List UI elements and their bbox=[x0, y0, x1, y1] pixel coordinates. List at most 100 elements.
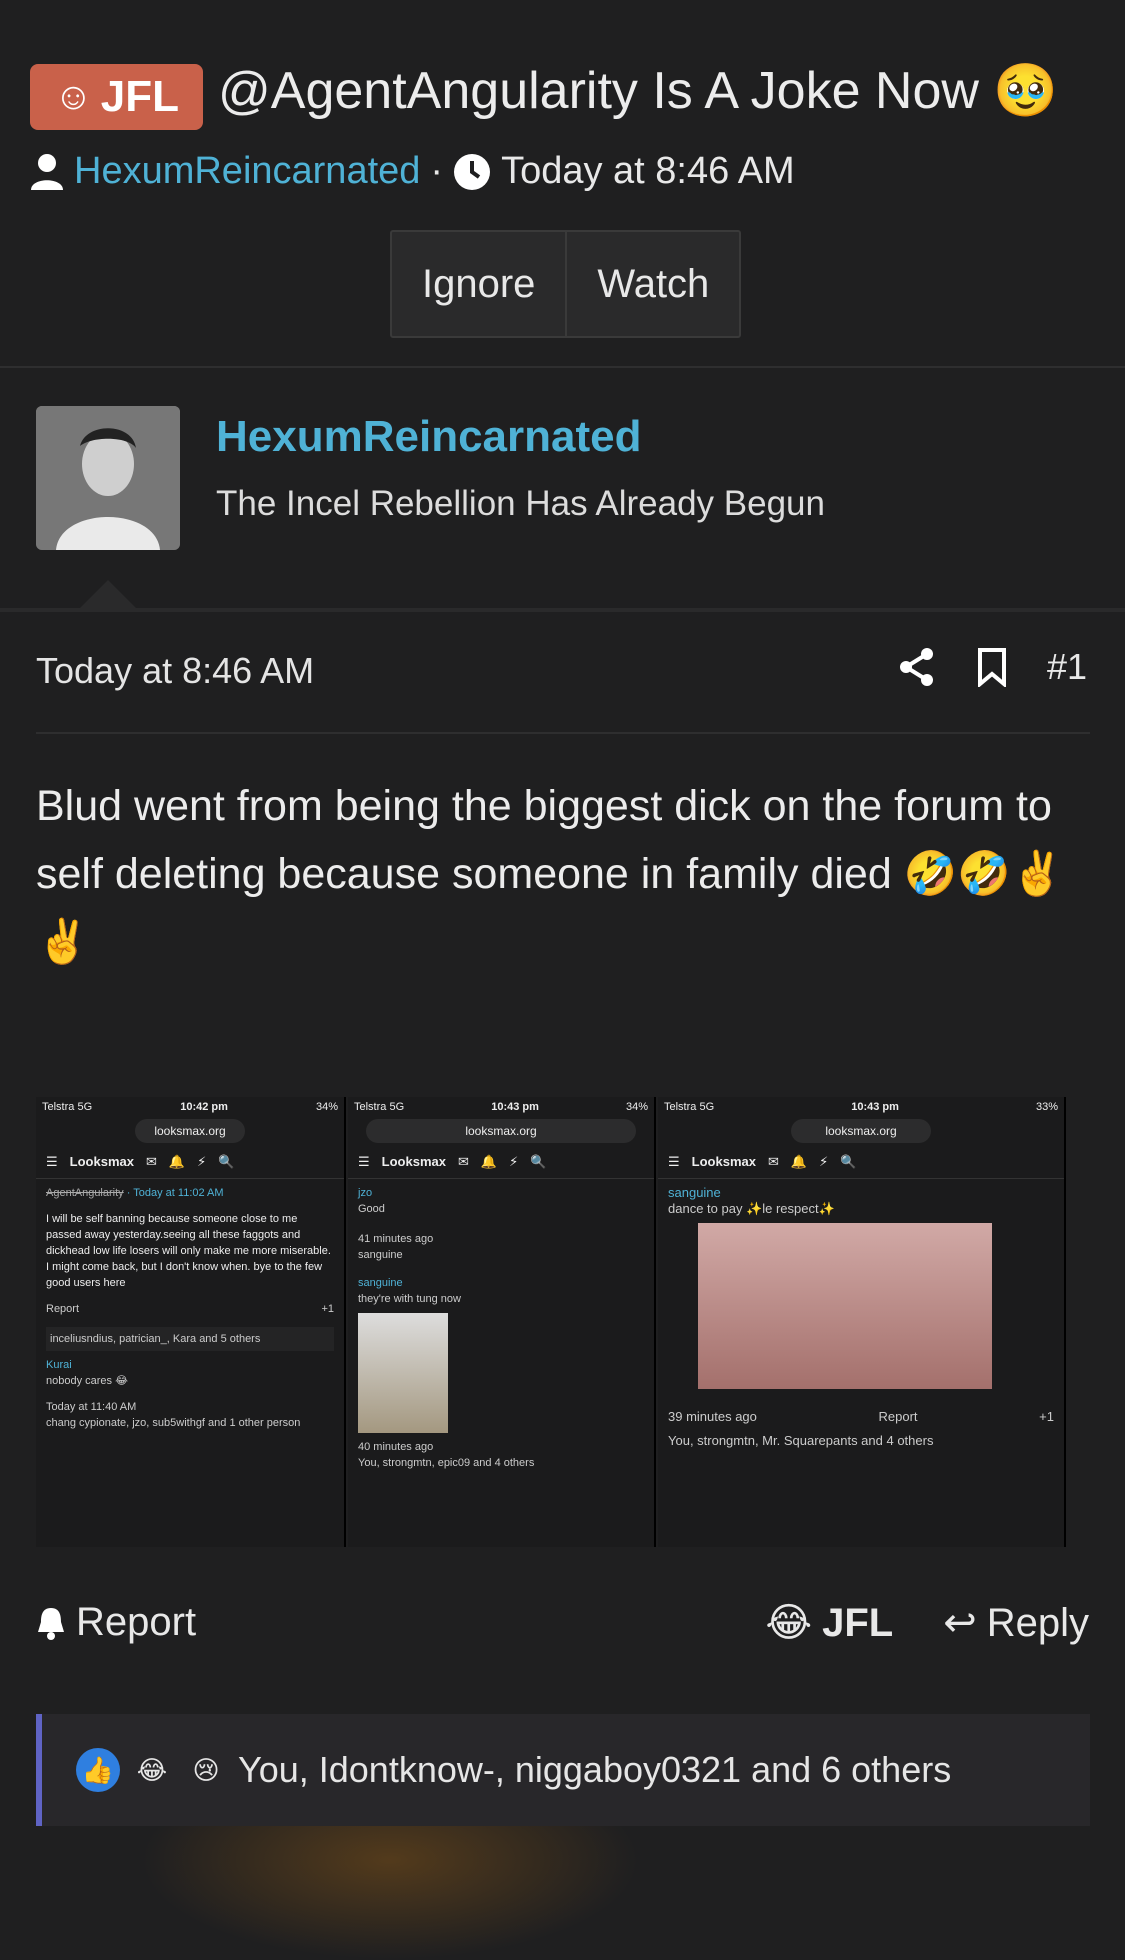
search-icon: 🔍 bbox=[218, 1153, 235, 1169]
reactions-list[interactable]: You, Idontknow-, niggaboy0321 and 6 othe… bbox=[238, 1749, 951, 1791]
post-number-link[interactable]: #1 bbox=[1047, 646, 1087, 688]
forum-nav: ☰ Looksmax ✉ 🔔 ⚡ 🔍 bbox=[658, 1145, 1064, 1179]
report-button[interactable]: Report bbox=[36, 1600, 196, 1645]
post-reactors: You, strongmtn, Mr. Squarepants and 4 ot… bbox=[668, 1433, 934, 1448]
screenshot-1[interactable]: Telstra 5G 10:42 pm 34% looksmax.org ☰ Lo… bbox=[36, 1097, 346, 1547]
screenshot-2[interactable]: Telstra 5G 10:43 pm 34% looksmax.org ☰ Lo… bbox=[348, 1097, 656, 1547]
post-time: 39 minutes ago bbox=[668, 1409, 757, 1424]
url-bar: looksmax.org bbox=[135, 1119, 245, 1143]
quoted-author: AgentAngularity bbox=[46, 1187, 124, 1199]
url-bar: looksmax.org bbox=[791, 1119, 931, 1143]
menu-icon: ☰ bbox=[668, 1153, 680, 1169]
clock-icon bbox=[454, 153, 491, 190]
bell-icon: 🔔 bbox=[480, 1153, 498, 1169]
like-count: +1 bbox=[321, 1303, 334, 1315]
battery-label: 34% bbox=[625, 1101, 648, 1113]
post-timestamp[interactable]: Today at 8:46 AM bbox=[36, 650, 314, 692]
crying-icon: 😢 bbox=[192, 1754, 220, 1785]
laughing-crying-icon: 😂 bbox=[765, 1601, 813, 1645]
dance-gif bbox=[698, 1223, 992, 1389]
carrier-label: Telstra 5G bbox=[42, 1101, 93, 1113]
post-text: they're with tung now bbox=[358, 1293, 461, 1305]
quoted-time: · Today at 11:02 AM bbox=[126, 1187, 224, 1199]
battery-label: 33% bbox=[1035, 1101, 1058, 1113]
thread-action-group: Ignore Watch bbox=[390, 230, 742, 338]
bolt-icon: ⚡ bbox=[197, 1153, 207, 1169]
attached-image bbox=[358, 1313, 448, 1433]
status-bar: Telstra 5G 10:43 pm 33% bbox=[658, 1097, 1064, 1117]
laughing-crying-icon: 😂 bbox=[136, 1754, 168, 1785]
mail-icon: ✉ bbox=[767, 1153, 779, 1169]
reply-button[interactable]: ↩ Reply bbox=[943, 1600, 1089, 1646]
post-user: jzo bbox=[358, 1187, 373, 1199]
post-header-divider bbox=[36, 732, 1090, 734]
post-tools: #1 bbox=[897, 646, 1087, 688]
post-pointer bbox=[80, 580, 136, 608]
jfl-react-button[interactable]: 😂 JFL bbox=[765, 1600, 893, 1646]
report-label: Report bbox=[76, 1600, 197, 1644]
clock-label: 10:43 pm bbox=[851, 1101, 899, 1113]
avatar[interactable] bbox=[36, 406, 180, 550]
post-content: jzo Good 41 minutes ago sanguine sanguin… bbox=[348, 1179, 654, 1477]
screenshot-3[interactable]: Telstra 5G 10:43 pm 33% looksmax.org ☰ Lo… bbox=[658, 1097, 1066, 1547]
avatar-image bbox=[36, 406, 180, 550]
post-text: dance to pay ✨le respect✨ bbox=[668, 1201, 835, 1216]
clock-label: 10:42 pm bbox=[180, 1101, 228, 1113]
carrier-label: Telstra 5G bbox=[664, 1101, 715, 1113]
bell-icon bbox=[38, 1607, 64, 1640]
reply-time: Today at 11:40 AM bbox=[46, 1401, 137, 1413]
laughing-face-icon: ☺ bbox=[53, 75, 93, 118]
logo: Looksmax bbox=[691, 1154, 756, 1169]
bolt-icon: ⚡ bbox=[819, 1153, 829, 1169]
post-user: sanguine bbox=[668, 1185, 721, 1200]
thread-timestamp[interactable]: Today at 8:46 AM bbox=[501, 150, 795, 193]
thread-title: @AgentAngularity Is A Joke Now 🥹 bbox=[218, 62, 1059, 120]
reply-user: Kurai bbox=[46, 1359, 72, 1371]
reply-text: nobody cares 😂 bbox=[46, 1375, 128, 1387]
bolt-icon: ⚡ bbox=[509, 1153, 519, 1169]
search-icon: 🔍 bbox=[840, 1153, 857, 1169]
menu-icon: ☰ bbox=[358, 1153, 370, 1169]
watch-button[interactable]: Watch bbox=[565, 232, 739, 336]
reactions-bar[interactable]: 👍 😂 😢 You, Idontknow-, niggaboy0321 and … bbox=[36, 1714, 1090, 1826]
post-actions: Report +1 bbox=[46, 1301, 334, 1317]
bell-icon: 🔔 bbox=[168, 1153, 186, 1169]
user-icon bbox=[31, 153, 63, 190]
carrier-label: Telstra 5G bbox=[354, 1101, 405, 1113]
like-count: +1 bbox=[1039, 1409, 1054, 1424]
logo: Looksmax bbox=[381, 1154, 446, 1169]
report-link: Report bbox=[878, 1409, 918, 1424]
forum-nav: ☰ Looksmax ✉ 🔔 ⚡ 🔍 bbox=[36, 1145, 344, 1179]
thread-prefix-badge[interactable]: ☺ JFL bbox=[30, 64, 203, 130]
post-actions-right: 😂 JFL ↩ Reply bbox=[765, 1600, 1089, 1646]
ignore-button[interactable]: Ignore bbox=[392, 232, 565, 336]
post-content: AgentAngularity · Today at 11:02 AM I wi… bbox=[36, 1179, 344, 1437]
reaction-summary: inceliusndius, patrician_, Kara and 5 ot… bbox=[46, 1327, 334, 1351]
thread-author-link[interactable]: HexumReincarnated bbox=[74, 150, 420, 193]
status-bar: Telstra 5G 10:42 pm 34% bbox=[36, 1097, 344, 1117]
reply-arrow-icon: ↩ bbox=[943, 1601, 977, 1645]
attached-screenshots[interactable]: Telstra 5G 10:42 pm 34% looksmax.org ☰ Lo… bbox=[36, 1097, 1066, 1547]
clock-label: 10:43 pm bbox=[491, 1101, 539, 1113]
share-icon[interactable] bbox=[897, 647, 937, 687]
post-content: sanguine dance to pay ✨le respect✨ 39 mi… bbox=[658, 1179, 1064, 1455]
jfl-label: JFL bbox=[822, 1600, 894, 1645]
search-icon: 🔍 bbox=[530, 1153, 547, 1169]
bell-icon: 🔔 bbox=[790, 1153, 808, 1169]
mail-icon: ✉ bbox=[457, 1153, 469, 1169]
post-text: Good bbox=[358, 1203, 385, 1215]
reply-reactors: chang cypionate, jzo, sub5withgf and 1 o… bbox=[46, 1417, 301, 1429]
user-title: The Incel Rebellion Has Already Begun bbox=[216, 484, 825, 523]
post-actions: 39 minutes ago Report +1 bbox=[668, 1409, 1054, 1425]
post-reactors: You, strongmtn, epic09 and 4 others bbox=[358, 1457, 535, 1469]
bookmark-icon[interactable] bbox=[977, 647, 1007, 687]
mail-icon: ✉ bbox=[145, 1153, 157, 1169]
menu-icon: ☰ bbox=[46, 1153, 58, 1169]
meta-separator: · bbox=[430, 150, 444, 192]
forum-nav: ☰ Looksmax ✉ 🔔 ⚡ 🔍 bbox=[348, 1145, 654, 1179]
logo: Looksmax bbox=[69, 1154, 134, 1169]
post-username[interactable]: HexumReincarnated bbox=[216, 412, 641, 462]
url-bar: looksmax.org bbox=[366, 1119, 636, 1143]
battery-label: 34% bbox=[315, 1101, 338, 1113]
post-body: Blud went from being the biggest dick on… bbox=[36, 782, 1065, 966]
